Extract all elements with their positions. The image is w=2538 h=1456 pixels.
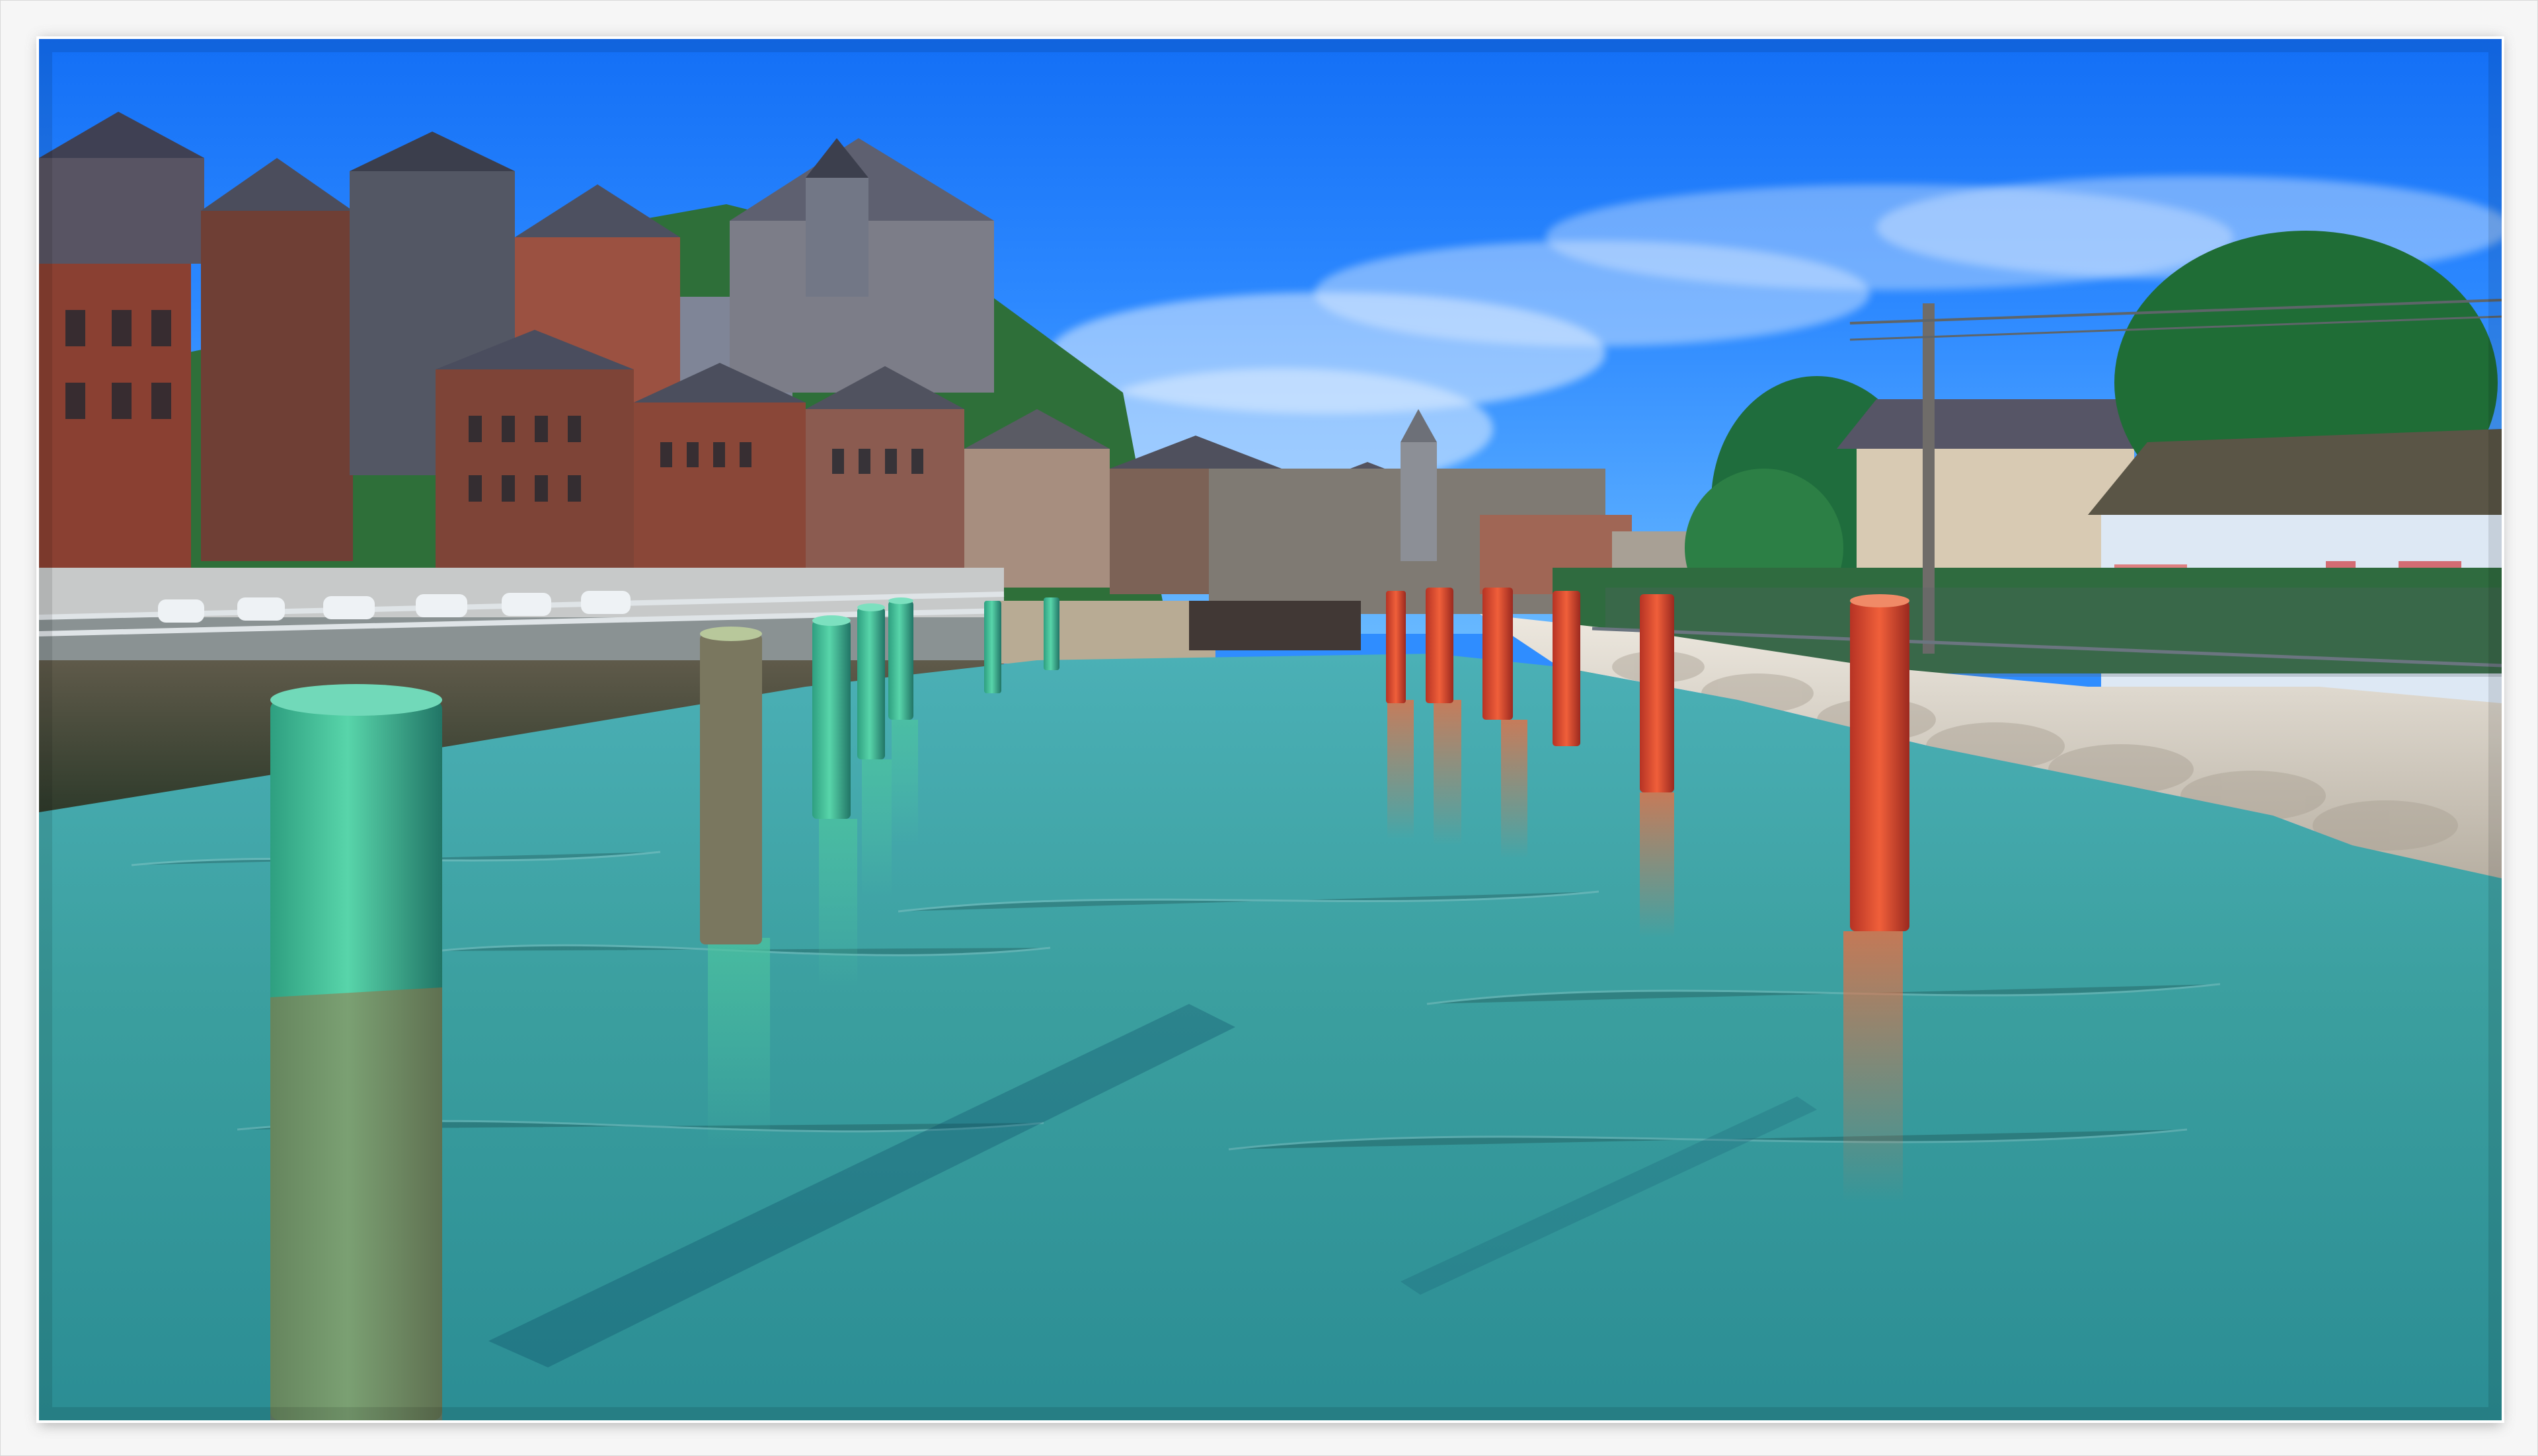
photo	[36, 36, 2504, 1423]
photo-frame	[0, 0, 2538, 1456]
harbor-canal-scene	[39, 39, 2502, 1420]
